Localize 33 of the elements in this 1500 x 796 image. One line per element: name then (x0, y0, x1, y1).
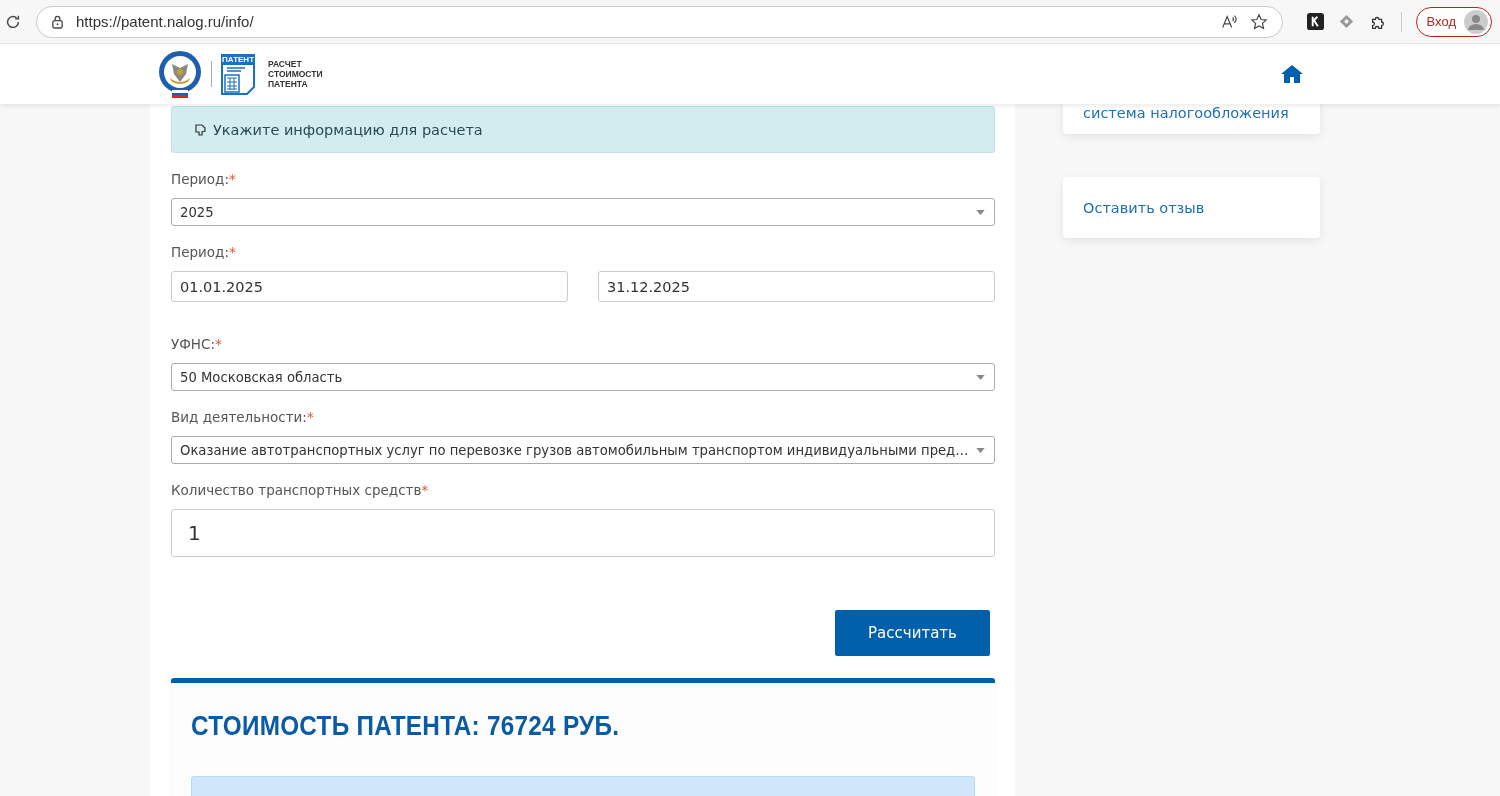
field-label: Период:* (171, 244, 237, 260)
number-field[interactable]: 1 (171, 509, 995, 557)
caret-icon (976, 447, 985, 453)
field-label: УФНС:* (171, 336, 223, 352)
caret-icon (976, 374, 985, 380)
field-label: Вид деятельности:* (171, 409, 315, 425)
patent-cost-heading: СТОИМОСТЬ ПАТЕНТА: 76724 РУБ. (191, 711, 621, 742)
url-text: https://patent.nalog.ru/info/ (76, 13, 254, 30)
lock-icon (51, 14, 64, 29)
field-label: Период:* (171, 171, 237, 187)
banner-text: Укажите информацию для расчета (213, 121, 483, 138)
address-bar[interactable]: https://patent.nalog.ru/info/ (36, 5, 1283, 38)
logo-title-line: РАСЧЕТ (268, 59, 303, 69)
select-field[interactable]: 50 Московская область (171, 363, 995, 391)
diamond-icon[interactable] (1337, 13, 1355, 30)
avatar-icon (1464, 9, 1488, 34)
field-label: Количество транспортных средств* (171, 482, 430, 498)
home-icon[interactable] (1281, 65, 1303, 83)
date-field[interactable]: 01.01.2025 (171, 271, 568, 302)
logo-title-line: ПАТЕНТА (268, 79, 309, 89)
sidebar-link[interactable]: Оставить отзыв (1083, 200, 1205, 216)
sidebar-link[interactable]: система налогообложения (1083, 105, 1289, 121)
logo-title-line: СТОИМОСТИ (268, 69, 323, 79)
extension-icon[interactable] (1306, 13, 1324, 30)
select-field[interactable]: 2025 (171, 198, 995, 226)
sign-in-button[interactable]: Вход (1415, 6, 1492, 37)
emblem-icon[interactable] (158, 50, 202, 98)
select-field[interactable]: Оказание автотранспортных услуг по перевозке грузов автомобильным транспортом индивидуальными пред… (171, 436, 995, 464)
star-icon[interactable] (1249, 12, 1268, 31)
calculate-button[interactable]: Рассчитать (835, 610, 990, 656)
caret-icon (976, 209, 985, 215)
date-field[interactable]: 31.12.2025 (598, 271, 995, 302)
pointing-hand-icon (193, 122, 207, 137)
